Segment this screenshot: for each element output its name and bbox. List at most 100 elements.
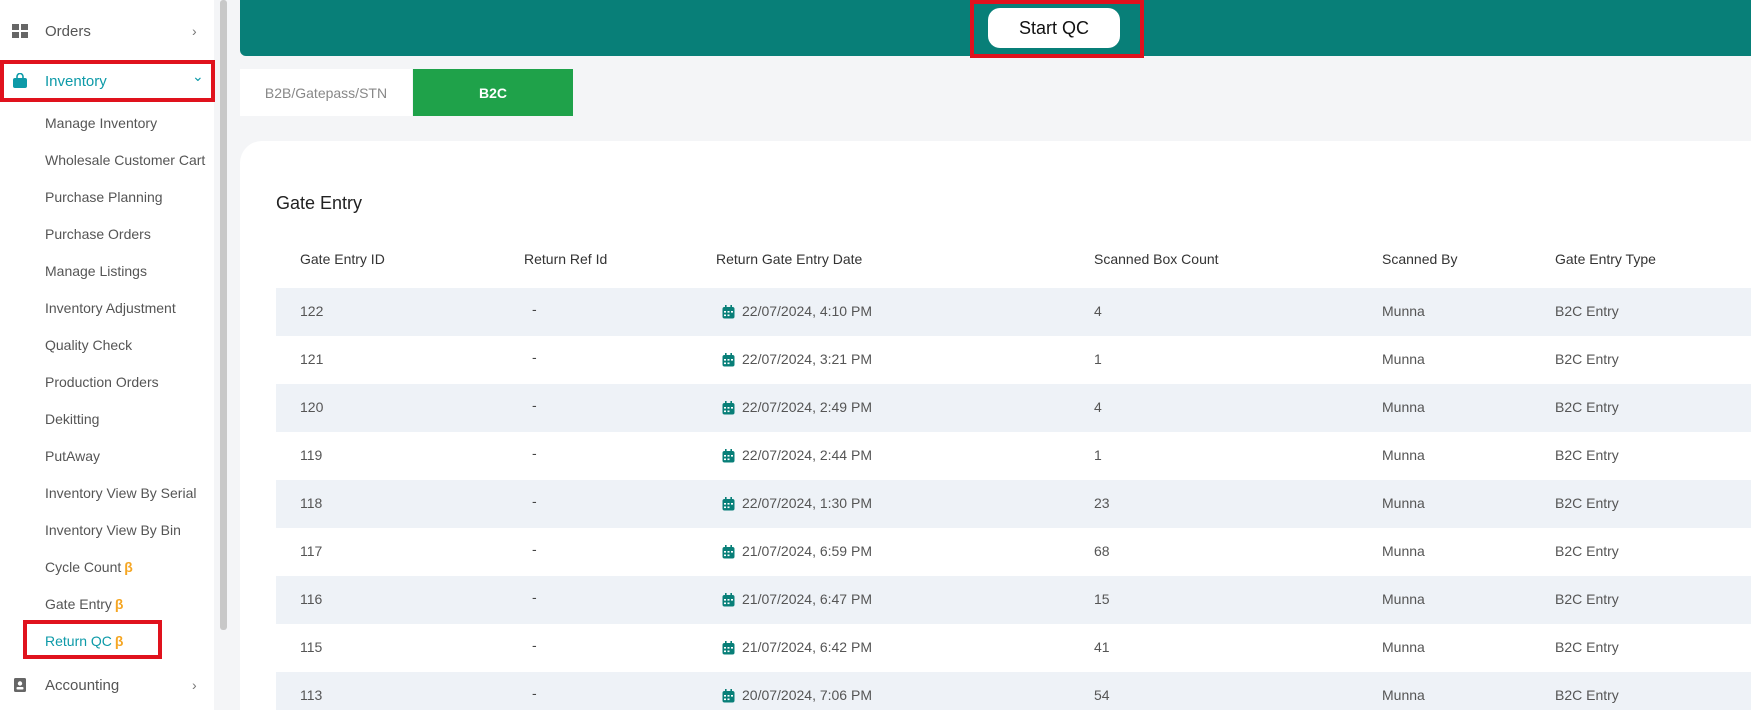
cell-gate-entry-id: 113 [300,687,323,703]
sidebar-item-manage-inventory[interactable]: Manage Inventory [45,115,157,131]
cell-scanned-box-count: 4 [1094,303,1102,319]
cell-gate-entry-id: 115 [300,639,323,655]
cell-return-ref-id: - [532,685,537,701]
sidebar-item-accounting[interactable]: Accounting › [0,663,214,707]
column-header-gate-entry-type: Gate Entry Type [1555,251,1656,267]
cell-gate-entry-type: B2C Entry [1555,543,1619,559]
tab-b2b-gatepass-stn[interactable]: B2B/Gatepass/STN [240,69,412,116]
cell-gate-entry-id: 116 [300,591,323,607]
sidebar-item-inventory-view-by-bin[interactable]: Inventory View By Bin [45,522,181,538]
cell-gate-entry-id: 120 [300,399,324,415]
cell-scanned-by: Munna [1382,495,1425,511]
calendar-icon [722,689,735,703]
cell-scanned-by: Munna [1382,351,1425,367]
table-row[interactable]: 113 - 20/07/2024, 7:06 PM 54 Munna B2C Entry [276,672,1751,710]
sidebar-item-label: Cycle Count [45,559,122,575]
cell-gate-entry-type: B2C Entry [1555,495,1619,511]
beta-badge: β [114,633,124,649]
bag-icon [13,73,27,88]
table-row[interactable]: 116 - 21/07/2024, 6:47 PM 15 Munna B2C Entry [276,576,1751,624]
cell-scanned-box-count: 23 [1094,495,1110,511]
cell-scanned-by: Munna [1382,591,1425,607]
sidebar-item-quality-check[interactable]: Quality Check [45,337,132,353]
sidebar-scrollbar[interactable] [220,0,227,630]
cell-gate-entry-type: B2C Entry [1555,639,1619,655]
column-header-return-gate-entry-date: Return Gate Entry Date [716,251,863,267]
sidebar-item-gate-entry[interactable]: Gate Entry β [45,596,123,612]
chevron-down-icon: ⌄ [192,68,204,84]
sidebar-item-purchase-orders[interactable]: Purchase Orders [45,226,151,242]
cell-return-ref-id: - [532,589,537,605]
sidebar-item-purchase-planning[interactable]: Purchase Planning [45,189,163,205]
sidebar-item-production-orders[interactable]: Production Orders [45,374,159,390]
cell-gate-entry-id: 119 [300,447,323,463]
sidebar-item-manage-listings[interactable]: Manage Listings [45,263,147,279]
calendar-icon [722,641,735,655]
table-row[interactable]: 121 - 22/07/2024, 3:21 PM 1 Munna B2C Entry [276,336,1751,384]
cell-scanned-box-count: 1 [1094,447,1102,463]
column-header-gate-entry-id: Gate Entry ID [300,251,385,267]
sidebar-item-wholesale-customer-cart[interactable]: Wholesale Customer Cart [45,152,205,168]
column-header-return-ref-id: Return Ref Id [524,251,608,267]
sidebar-item-orders[interactable]: Orders › [0,9,214,53]
contact-book-icon [14,678,26,692]
sidebar-item-return-qc[interactable]: Return QC β [45,633,123,649]
cell-return-gate-entry-date: 22/07/2024, 2:49 PM [742,399,872,415]
calendar-icon [722,545,735,559]
sidebar-item-label: Accounting [45,676,120,694]
table-row[interactable]: 118 - 22/07/2024, 1:30 PM 23 Munna B2C Entry [276,480,1751,528]
sidebar: Orders › Inventory ⌄ Manage Inventory Wh… [0,0,214,710]
tab-b2c[interactable]: B2C [413,69,573,116]
cell-gate-entry-type: B2C Entry [1555,351,1619,367]
cell-gate-entry-type: B2C Entry [1555,399,1619,415]
table-row[interactable]: 117 - 21/07/2024, 6:59 PM 68 Munna B2C Entry [276,528,1751,576]
sidebar-item-inventory-view-by-serial[interactable]: Inventory View By Serial [45,485,196,501]
cell-gate-entry-type: B2C Entry [1555,303,1619,319]
cell-scanned-box-count: 1 [1094,351,1102,367]
table-row[interactable]: 115 - 21/07/2024, 6:42 PM 41 Munna B2C Entry [276,624,1751,672]
calendar-icon [722,353,735,367]
start-qc-button[interactable]: Start QC [988,8,1120,48]
sidebar-item-label: Gate Entry [45,596,112,612]
calendar-icon [722,449,735,463]
cell-return-gate-entry-date: 22/07/2024, 1:30 PM [742,495,872,511]
cell-scanned-box-count: 54 [1094,687,1110,703]
column-header-scanned-by: Scanned By [1382,251,1458,267]
cell-return-gate-entry-date: 22/07/2024, 3:21 PM [742,351,872,367]
table-header: Gate Entry ID Return Ref Id Return Gate … [276,237,1751,283]
cell-return-gate-entry-date: 20/07/2024, 7:06 PM [742,687,872,703]
sidebar-item-dekitting[interactable]: Dekitting [45,411,99,427]
cell-scanned-by: Munna [1382,687,1425,703]
cell-gate-entry-type: B2C Entry [1555,687,1619,703]
cell-gate-entry-id: 117 [300,543,323,559]
chevron-right-icon: › [192,677,197,693]
cell-scanned-by: Munna [1382,303,1425,319]
cell-return-gate-entry-date: 22/07/2024, 2:44 PM [742,447,872,463]
cell-return-ref-id: - [532,493,537,509]
cell-return-ref-id: - [532,637,537,653]
cell-return-gate-entry-date: 22/07/2024, 4:10 PM [742,303,872,319]
cell-return-ref-id: - [532,397,537,413]
gate-entry-card: Gate Entry Gate Entry ID Return Ref Id R… [240,141,1751,710]
cell-scanned-box-count: 15 [1094,591,1110,607]
calendar-icon [722,497,735,511]
cell-return-ref-id: - [532,349,537,365]
sidebar-item-inventory-adjustment[interactable]: Inventory Adjustment [45,300,176,316]
cell-scanned-box-count: 41 [1094,639,1110,655]
column-header-scanned-box-count: Scanned Box Count [1094,251,1219,267]
table-row[interactable]: 120 - 22/07/2024, 2:49 PM 4 Munna B2C Entry [276,384,1751,432]
cell-scanned-box-count: 68 [1094,543,1110,559]
table-row[interactable]: 119 - 22/07/2024, 2:44 PM 1 Munna B2C Entry [276,432,1751,480]
cell-gate-entry-id: 121 [300,351,324,367]
cell-scanned-by: Munna [1382,447,1425,463]
cell-return-gate-entry-date: 21/07/2024, 6:47 PM [742,591,872,607]
cell-scanned-box-count: 4 [1094,399,1102,415]
sidebar-item-cycle-count[interactable]: Cycle Count β [45,559,133,575]
cell-scanned-by: Munna [1382,543,1425,559]
cell-return-gate-entry-date: 21/07/2024, 6:42 PM [742,639,872,655]
calendar-icon [722,401,735,415]
table-row[interactable]: 122 - 22/07/2024, 4:10 PM 4 Munna B2C Entry [276,288,1751,336]
cell-scanned-by: Munna [1382,399,1425,415]
sidebar-item-putaway[interactable]: PutAway [45,448,100,464]
sidebar-item-inventory[interactable]: Inventory ⌄ [0,59,214,103]
